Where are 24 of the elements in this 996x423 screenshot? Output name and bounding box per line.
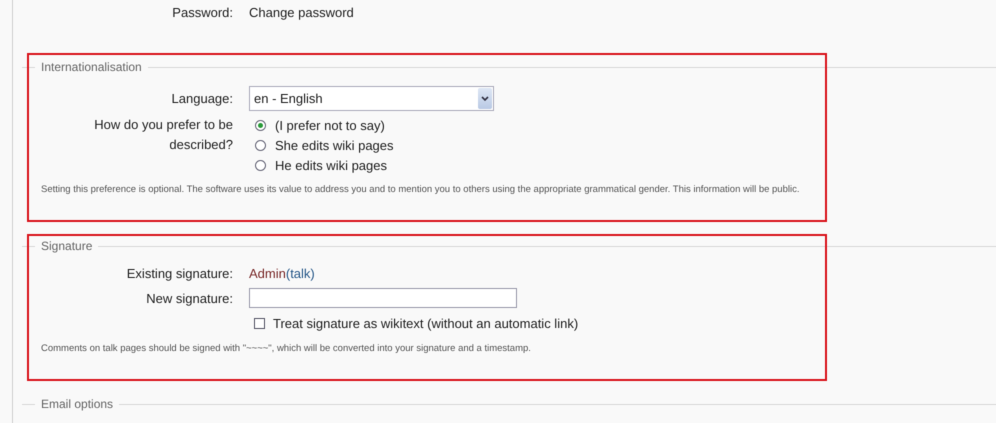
signature-input[interactable] [249, 288, 517, 308]
field-label: Existing signature: [126, 266, 233, 280]
checkbox[interactable] [254, 318, 265, 328]
radio-button[interactable] [255, 160, 266, 170]
section-legend: Internationalisation [35, 60, 148, 74]
talk-link[interactable]: (talk) [286, 266, 315, 280]
field-label: How do you prefer to be described? [93, 116, 233, 154]
help-text: Setting this preference is optional. The software uses its value to address you and to mention you to others using the appropriate grammatical gender. This information will be public. [41, 183, 800, 197]
option-label: He edits wiki pages [275, 158, 387, 172]
option-label: (I prefer not to say) [275, 118, 385, 132]
radio-button[interactable] [255, 120, 266, 130]
radio-button[interactable] [255, 140, 266, 150]
help-text: Comments on talk pages should be signed with "~~~~", which will be converted into your signature and a timestamp. [41, 342, 532, 356]
field-label: Language: [170, 91, 233, 106]
field-label: Password: [171, 4, 233, 20]
chevron-down-icon [481, 96, 489, 102]
language-select[interactable]: en - English [249, 86, 494, 111]
field-label: New signature: [145, 290, 233, 306]
section-legend: Email options [35, 397, 120, 411]
checkbox-label: Treat signature as wikitext (without an automatic link) [273, 316, 578, 330]
section-legend: Signature [35, 239, 98, 253]
option-label: She edits wiki pages [275, 138, 394, 152]
user-link[interactable]: Admin [249, 266, 286, 280]
change-password-link[interactable]: Change password [249, 4, 354, 20]
